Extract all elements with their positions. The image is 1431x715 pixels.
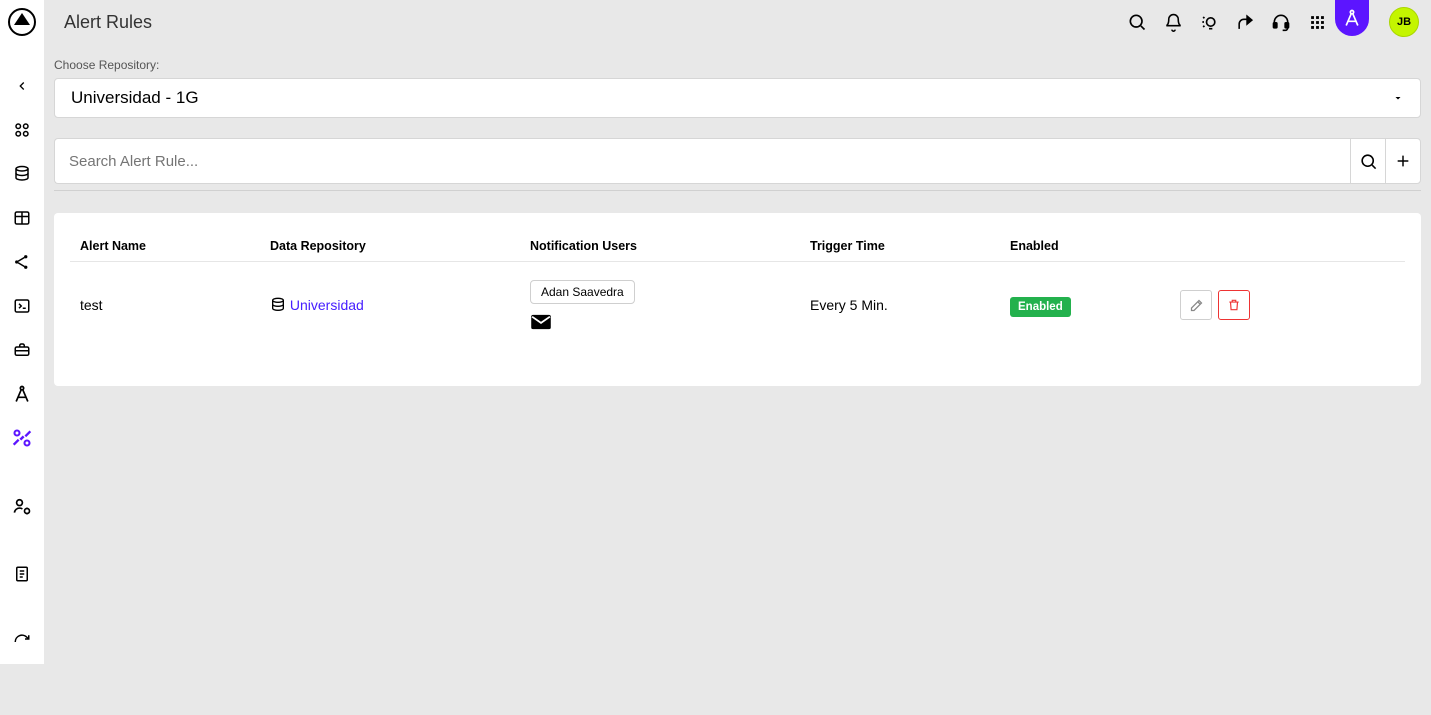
refresh-icon	[13, 633, 31, 651]
search-icon	[1359, 152, 1378, 171]
compass-white-icon	[1342, 8, 1362, 28]
avatar[interactable]: JB	[1389, 7, 1419, 37]
top-search[interactable]	[1119, 4, 1155, 40]
rules-table: Alert Name Data Repository Notification …	[70, 231, 1405, 350]
col-trigger: Trigger Time	[800, 231, 1000, 262]
user-chip: Adan Saavedra	[530, 280, 635, 304]
avatar-initials: JB	[1397, 16, 1411, 28]
col-alert-name: Alert Name	[70, 231, 260, 262]
nav-database[interactable]	[0, 152, 44, 196]
share-nodes-icon	[13, 253, 31, 271]
compass-icon	[12, 384, 32, 404]
apps-icon	[1309, 14, 1326, 31]
database-icon	[270, 297, 286, 313]
repo-link[interactable]: Universidad	[290, 297, 364, 313]
trash-icon	[1227, 298, 1241, 312]
mail-icon	[530, 314, 552, 330]
cell-users: Adan Saavedra	[520, 262, 800, 351]
top-bar: Alert Rules JB	[44, 0, 1431, 44]
top-export[interactable]	[1227, 4, 1263, 40]
repo-select[interactable]: Universidad - 1G	[54, 78, 1421, 118]
table-row: test Universidad Adan Saavedra Every 5 M…	[70, 262, 1405, 351]
headset-icon	[1271, 12, 1291, 32]
top-support[interactable]	[1263, 4, 1299, 40]
edit-button[interactable]	[1180, 290, 1212, 320]
terminal-icon	[13, 297, 31, 315]
repo-selected: Universidad - 1G	[71, 88, 199, 108]
nav-collapse[interactable]	[0, 64, 44, 108]
nav-share[interactable]	[0, 240, 44, 284]
cell-actions	[1170, 262, 1405, 351]
database-icon	[13, 165, 31, 183]
search-icon	[1127, 12, 1147, 32]
col-data-repo: Data Repository	[260, 231, 520, 262]
chevron-left-icon	[15, 79, 29, 93]
nav-refresh[interactable]	[0, 620, 44, 664]
rules-card: Alert Name Data Repository Notification …	[54, 213, 1421, 386]
nav-tools[interactable]	[0, 416, 44, 460]
repo-label: Choose Repository:	[54, 58, 1421, 72]
content-area: Choose Repository: Universidad - 1G	[44, 44, 1431, 396]
nav-terminal[interactable]	[0, 284, 44, 328]
enabled-badge: Enabled	[1010, 297, 1071, 317]
search-button[interactable]	[1350, 138, 1386, 184]
dots-icon	[13, 121, 31, 139]
col-enabled: Enabled	[1000, 231, 1170, 262]
delete-button[interactable]	[1218, 290, 1250, 320]
brand-logo[interactable]	[8, 8, 36, 36]
divider	[54, 190, 1421, 191]
cell-repo: Universidad	[260, 262, 520, 351]
user-gear-icon	[12, 496, 32, 516]
nav-table[interactable]	[0, 196, 44, 240]
edit-icon	[1189, 298, 1204, 313]
cell-trigger: Every 5 Min.	[800, 262, 1000, 351]
top-notifications[interactable]	[1155, 4, 1191, 40]
book-icon	[13, 565, 31, 583]
top-accent-action[interactable]	[1335, 0, 1369, 36]
bulb-icon	[1199, 12, 1219, 32]
share-icon	[1236, 13, 1255, 32]
plus-icon	[1395, 153, 1411, 169]
cell-alert-name: test	[70, 262, 260, 351]
search-input[interactable]	[54, 138, 1350, 184]
top-apps[interactable]	[1299, 4, 1335, 40]
nav-toolbox[interactable]	[0, 328, 44, 372]
tools-icon	[12, 428, 32, 448]
col-users: Notification Users	[520, 231, 800, 262]
add-button[interactable]	[1385, 138, 1421, 184]
table-icon	[13, 209, 31, 227]
nav-users[interactable]	[0, 484, 44, 528]
nav-design[interactable]	[0, 372, 44, 416]
caret-down-icon	[1392, 92, 1404, 104]
nav-docs[interactable]	[0, 552, 44, 596]
page-title: Alert Rules	[64, 12, 152, 33]
nav-dashboard[interactable]	[0, 108, 44, 152]
cell-enabled: Enabled	[1000, 262, 1170, 351]
bell-icon	[1164, 13, 1183, 32]
toolbox-icon	[13, 341, 31, 359]
top-tips[interactable]	[1191, 4, 1227, 40]
side-nav	[0, 0, 44, 664]
